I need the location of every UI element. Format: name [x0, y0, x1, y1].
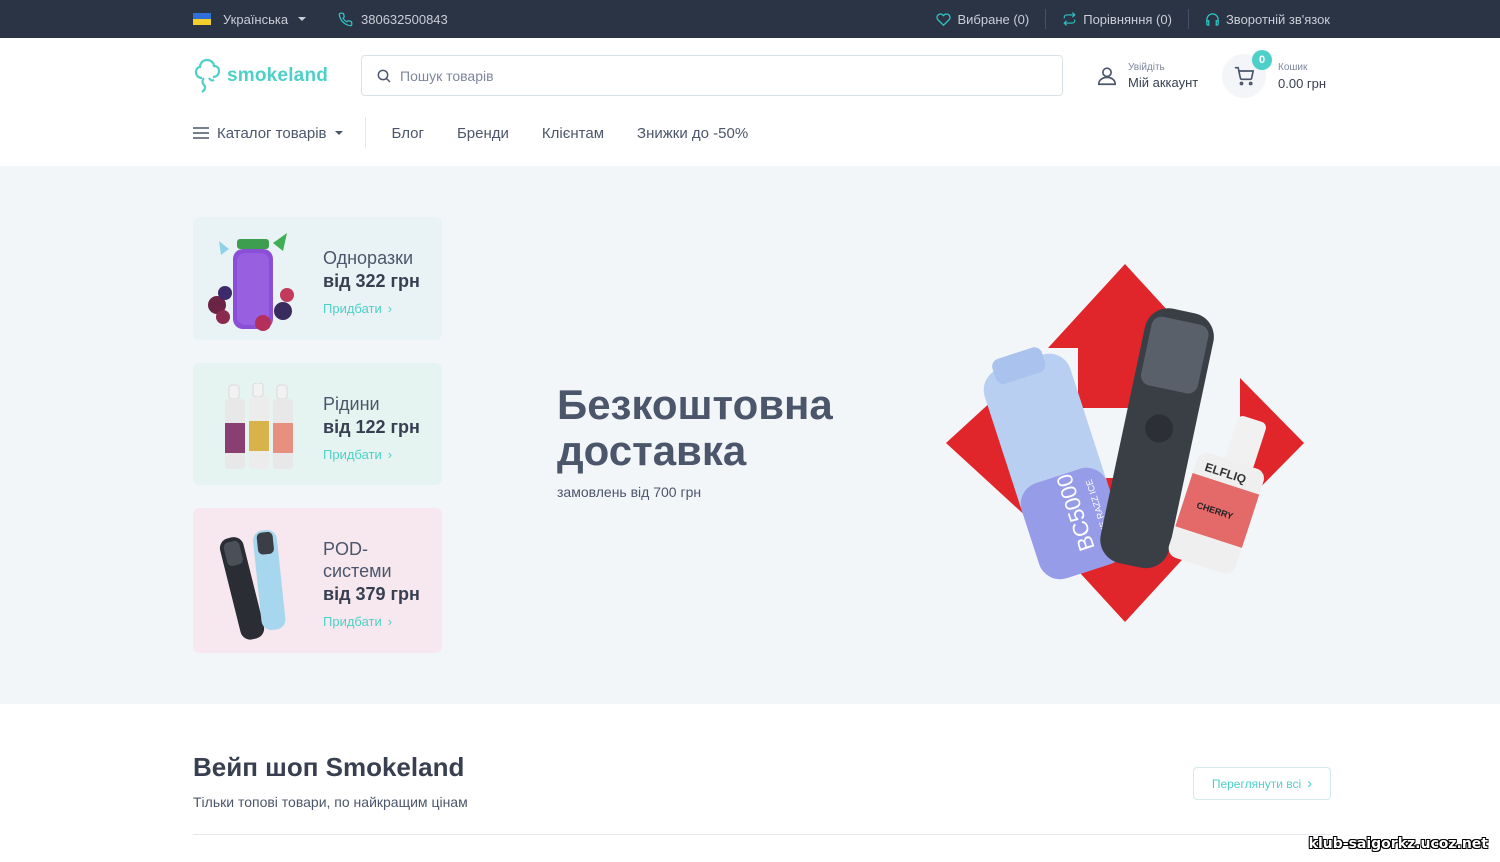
- section-title: Вейп шоп Smokeland: [193, 752, 465, 782]
- nav-item-blog[interactable]: Блог: [392, 125, 424, 142]
- disposable-vape-image: [208, 233, 294, 331]
- catalog-menu[interactable]: Каталог товарів: [193, 117, 366, 149]
- promo-title-line1: Безкоштовна: [557, 381, 833, 428]
- feedback-link[interactable]: Зворотній зв'язок: [1187, 9, 1330, 29]
- logo-cloud-icon: [194, 58, 221, 93]
- language-label: Українська: [223, 11, 289, 27]
- main-nav: Каталог товарів Блог Бренди Клієнтам Зни…: [193, 117, 748, 149]
- ukraine-flag-icon: [193, 13, 211, 25]
- heart-icon: [936, 13, 952, 26]
- promo-title-line2: доставка: [557, 427, 747, 474]
- user-icon: [1097, 67, 1117, 86]
- card-title: Одноразки: [323, 248, 414, 268]
- chevron-right-icon: ›: [387, 301, 393, 316]
- category-card-liquids[interactable]: Рідини від 122 грн Придбати ›: [193, 363, 442, 485]
- card-price: від 122 грн: [323, 417, 420, 437]
- headset-icon: [1206, 12, 1219, 26]
- card-title: POD-: [323, 539, 368, 559]
- pod-system-image: [219, 529, 286, 640]
- compare-link[interactable]: Порівняння (0): [1045, 9, 1188, 29]
- promo-subtitle: замовлень від 700 грн: [557, 484, 702, 500]
- search-icon: [377, 69, 391, 83]
- chevron-right-icon: ›: [387, 447, 393, 462]
- account-login-label: Увійдіть: [1128, 62, 1165, 73]
- account-link[interactable]: Увійдіть Мій аккаунт: [1096, 62, 1198, 90]
- category-card-pod-systems[interactable]: POD- системи від 379 грн Придбати ›: [193, 508, 442, 653]
- nav-item-clients[interactable]: Клієнтам: [542, 125, 604, 142]
- chevron-right-icon: ›: [387, 614, 393, 629]
- buy-link[interactable]: Придбати ›: [323, 447, 420, 462]
- hero-section: Одноразки від 322 грн Придбати › Рідини в…: [0, 166, 1500, 704]
- cart-button[interactable]: 0: [1222, 50, 1272, 98]
- compare-icon: [1063, 12, 1076, 26]
- card-title: Рідини: [323, 394, 380, 414]
- logo[interactable]: smokeland: [193, 58, 328, 94]
- view-all-label: Переглянути всі: [1211, 776, 1302, 791]
- view-all-button[interactable]: Переглянути всі ›: [1193, 767, 1331, 800]
- watermark: klub-saigorkz.ucoz.net: [1308, 836, 1488, 852]
- card-title-line2: системи: [323, 561, 392, 581]
- compare-label: Порівняння (0): [1083, 11, 1172, 27]
- wishlist-label: Вибране (0): [957, 11, 1030, 27]
- cart-count-badge: 0: [1252, 50, 1272, 70]
- liquid-bottles-image: [225, 383, 293, 469]
- card-price: від 322 грн: [323, 271, 420, 291]
- wishlist-link[interactable]: Вибране (0): [920, 9, 1045, 29]
- section-subtitle: Тільки топові товари, по найкращим цінам: [193, 794, 468, 810]
- account-label: Мій аккаунт: [1128, 75, 1199, 90]
- buy-label: Придбати: [323, 447, 382, 462]
- buy-label: Придбати: [323, 301, 382, 316]
- phone-icon: [338, 12, 353, 26]
- feedback-label: Зворотній зв'язок: [1225, 11, 1330, 27]
- chevron-down-icon: [334, 131, 343, 135]
- card-price: від 379 грн: [323, 584, 420, 604]
- category-card-disposables[interactable]: Одноразки від 322 грн Придбати ›: [193, 217, 442, 340]
- language-selector[interactable]: Українська: [193, 0, 307, 38]
- catalog-label: Каталог товарів: [217, 124, 327, 142]
- nav-item-brands[interactable]: Бренди: [457, 125, 509, 142]
- section-divider: [193, 834, 1331, 835]
- search-input[interactable]: [400, 67, 1000, 84]
- cart-link[interactable]: 0 Кошик 0.00 грн: [1222, 50, 1327, 98]
- phone-link[interactable]: 380632500843: [338, 0, 448, 38]
- chevron-down-icon: [298, 17, 307, 21]
- buy-link[interactable]: Придбати ›: [323, 614, 420, 629]
- menu-icon: [193, 127, 209, 139]
- buy-label: Придбати: [323, 614, 382, 629]
- nav-item-discounts[interactable]: Знижки до -50%: [637, 125, 748, 142]
- nova-poshta-delivery-image: BC5000 BLUE RAZZ ICE ELFLIQ CHERRY: [946, 264, 1304, 622]
- logo-text: smokeland: [227, 65, 329, 86]
- cart-label: Кошик: [1278, 61, 1308, 73]
- search-bar[interactable]: [361, 55, 1063, 96]
- buy-link[interactable]: Придбати ›: [323, 301, 420, 316]
- chevron-right-icon: ›: [1307, 775, 1313, 792]
- phone-number: 380632500843: [361, 11, 448, 27]
- cart-icon: [1234, 66, 1254, 86]
- top-bar: Українська 380632500843 Вибране (0) Порі…: [0, 0, 1500, 38]
- cart-total: 0.00 грн: [1278, 75, 1327, 91]
- promo-title: Безкоштовна доставка: [557, 382, 833, 474]
- site-header: smokeland Увійдіть Мій аккаунт 0 Кошик 0…: [0, 38, 1500, 166]
